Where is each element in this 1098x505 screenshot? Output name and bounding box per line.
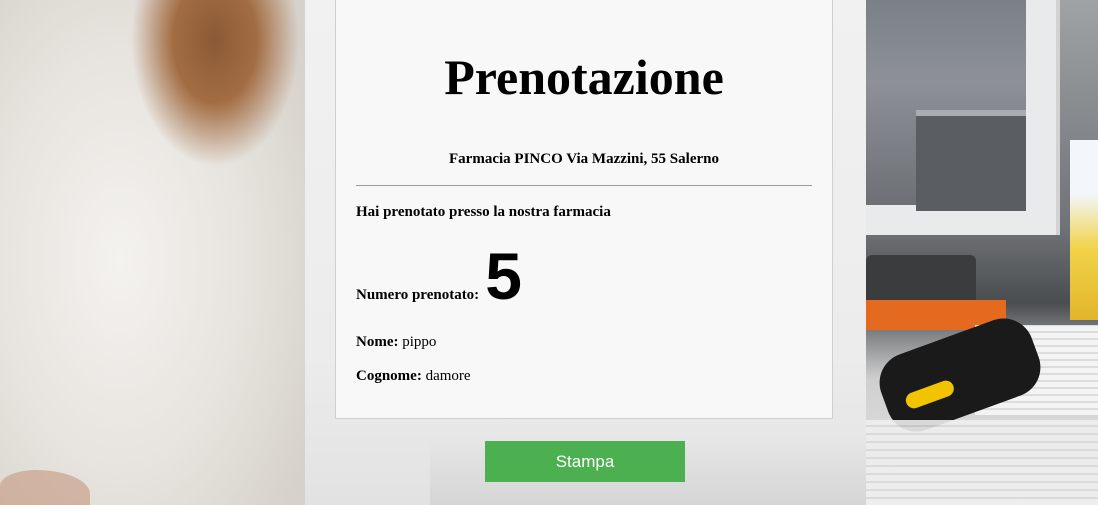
surname-value: damore <box>425 368 471 384</box>
medicine-box <box>1070 140 1098 320</box>
pharmacist-photo-area <box>0 0 305 505</box>
page-title: Prenotazione <box>444 49 724 105</box>
papers-image <box>866 420 1098 505</box>
divider <box>356 185 812 186</box>
booking-number-row: Numero prenotato: 5 <box>356 239 522 313</box>
name-value: pippo <box>402 334 437 350</box>
booking-card: Prenotazione Farmacia PINCO Via Mazzini,… <box>335 0 833 419</box>
name-row: Nome: pippo <box>356 332 436 352</box>
monitor-image <box>866 0 1060 235</box>
monitor-screen <box>866 0 1026 211</box>
monitor-window <box>916 110 1026 211</box>
hand-shape <box>0 470 90 505</box>
surname-row: Cognome: damore <box>356 366 471 386</box>
print-button[interactable]: Stampa <box>485 441 685 482</box>
pharmacy-address: Farmacia PINCO Via Mazzini, 55 Salerno <box>449 151 719 167</box>
scanner-trigger <box>903 378 957 411</box>
confirmation-message: Hai prenotato presso la nostra farmacia <box>356 204 611 220</box>
surname-label: Cognome: <box>356 368 422 384</box>
booking-number-label: Numero prenotato: <box>356 287 480 303</box>
name-label: Nome: <box>356 334 399 350</box>
booking-number-value: 5 <box>485 239 522 313</box>
